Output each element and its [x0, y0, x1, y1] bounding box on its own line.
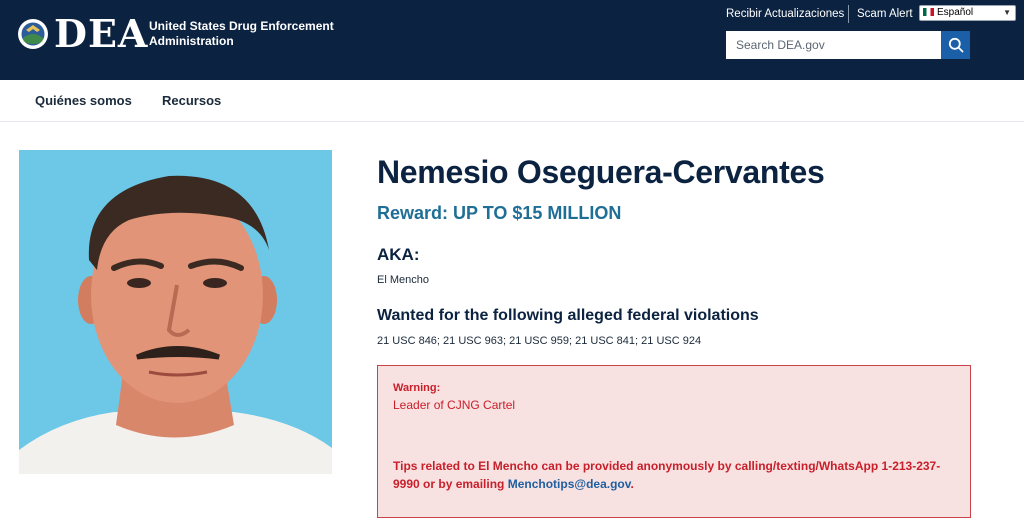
reward-amount: Reward: UP TO $15 MILLION	[377, 203, 622, 223]
warning-text: Leader of CJNG Cartel	[393, 398, 516, 412]
language-selected: Español	[937, 7, 974, 18]
agency-name: United States Drug Enforcement Administr…	[149, 19, 334, 48]
site-header: DEA United States Drug Enforcement Admin…	[0, 0, 1024, 80]
main-nav: Quiénes somos Recursos	[0, 80, 1024, 122]
dea-logo-text[interactable]: DEA	[54, 14, 148, 54]
warning-box: Warning: Leader of CJNG Cartel Tips rela…	[377, 365, 971, 518]
violations-heading: Wanted for the following alleged federal…	[377, 307, 759, 324]
mexico-flag-icon	[923, 8, 934, 17]
search-icon	[948, 37, 963, 53]
fugitive-photo	[19, 150, 332, 474]
language-select[interactable]: Español ▼	[919, 5, 1016, 21]
nav-item-about[interactable]: Quiénes somos	[35, 93, 132, 108]
search-input[interactable]	[726, 31, 942, 59]
tips-body: Tips related to El Mencho can be provide…	[393, 459, 941, 491]
scam-alert-link[interactable]: Scam Alert	[857, 7, 913, 21]
fugitive-name: Nemesio Oseguera-Cervantes	[377, 154, 825, 190]
aka-heading: AKA:	[377, 245, 420, 264]
warning-label: Warning:	[393, 382, 441, 394]
chevron-down-icon: ▼	[1003, 8, 1011, 17]
tips-text: Tips related to El Mencho can be provide…	[393, 457, 953, 493]
violations-list: 21 USC 846; 21 USC 963; 21 USC 959; 21 U…	[377, 335, 702, 347]
receive-updates-link[interactable]: Recibir Actualizaciones	[726, 7, 844, 21]
tips-email-link[interactable]: Menchotips@dea.gov	[508, 477, 631, 491]
aka-value: El Mencho	[377, 274, 429, 286]
utility-divider	[848, 5, 849, 23]
search-button[interactable]	[941, 31, 970, 59]
nav-item-resources[interactable]: Recursos	[162, 93, 221, 108]
search-form	[726, 31, 970, 59]
dea-seal-icon[interactable]	[17, 18, 49, 50]
tips-end: .	[630, 477, 634, 491]
